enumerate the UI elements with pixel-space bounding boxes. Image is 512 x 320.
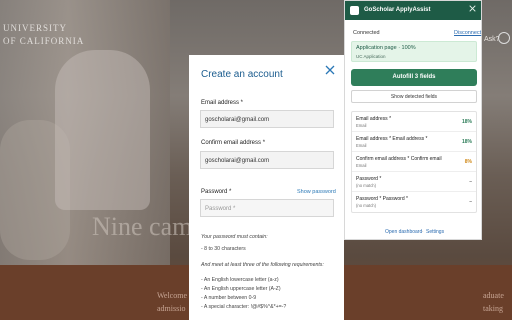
field-type: Email	[356, 163, 367, 168]
password-rule: - An English uppercase letter (A-Z)	[201, 286, 281, 292]
extension-title: GoScholar ApplyAssist	[364, 7, 431, 13]
university-logo[interactable]: UNIVERSITY OF CALIFORNIA	[3, 22, 84, 48]
show-password-link[interactable]: Show password	[297, 189, 336, 195]
confirm-email-label: Confirm email address *	[201, 140, 266, 146]
field-name: Email address *	[356, 116, 392, 122]
field-row[interactable]: Confirm email address * Confirm email Em…	[352, 152, 476, 172]
password-label: Password *	[201, 189, 232, 195]
modal-title: Create an account	[201, 69, 283, 80]
password-rule: - A number between 0-9	[201, 295, 257, 301]
bottom-text: taking	[483, 304, 503, 313]
create-account-modal: Create an account Email address * goscho…	[189, 55, 344, 320]
field-row[interactable]: Email address * Email address * Email 18…	[352, 132, 476, 152]
field-row[interactable]: Email address * Email 18%	[352, 112, 476, 132]
password-field[interactable]: Password *	[200, 199, 334, 217]
banner-title: Application page · 100%	[356, 45, 416, 51]
field-name: Confirm email address * Confirm email	[356, 156, 442, 162]
logo-line: UNIVERSITY	[3, 23, 67, 33]
field-row[interactable]: Password * (no match) –	[352, 172, 476, 192]
open-dashboard-link[interactable]: Open dashboard	[385, 229, 422, 235]
page-detection-banner: Application page · 100% UC Application	[351, 41, 477, 62]
connection-status: Connected	[353, 30, 380, 36]
bottom-text: aduate	[483, 291, 504, 300]
confirm-email-field[interactable]: goscholarai@gmail.com	[200, 151, 334, 169]
bottom-text: Welcome	[157, 291, 188, 300]
disconnect-link[interactable]: Disconnect	[454, 30, 481, 36]
field-type: (no match)	[356, 203, 377, 208]
password-rules-more: And meet at least three of the following…	[201, 262, 324, 268]
footer-separator: ·	[422, 229, 424, 235]
extension-panel: GoScholar ApplyAssist Connected Disconne…	[344, 0, 482, 240]
close-icon[interactable]	[469, 5, 476, 14]
password-rule: - 8 to 30 characters	[201, 246, 246, 252]
field-type: Email	[356, 123, 367, 128]
password-rule: - An English lowercase letter (a-z)	[201, 277, 279, 283]
field-row[interactable]: Password * Password * (no match) –	[352, 192, 476, 212]
hero-heading: Nine cam	[92, 212, 193, 241]
logo-line: OF CALIFORNIA	[3, 36, 85, 46]
field-confidence: –	[469, 199, 472, 205]
bottom-text: admissio	[157, 304, 186, 313]
field-confidence: 8%	[464, 159, 472, 165]
autofill-button[interactable]: Autofill 3 fields	[351, 69, 477, 86]
password-rule: - A special character: !@#$%^&*+=-?	[201, 304, 287, 310]
settings-link[interactable]: Settings	[426, 229, 444, 235]
field-type: (no match)	[356, 183, 377, 188]
show-detected-fields-button[interactable]: Show detected fields	[351, 90, 477, 103]
extension-header: GoScholar ApplyAssist	[345, 1, 481, 20]
extension-logo-icon	[350, 6, 359, 15]
field-confidence: –	[469, 179, 472, 185]
field-name: Password *	[356, 176, 382, 182]
hero-photo-figure	[55, 50, 150, 210]
close-icon[interactable]	[325, 65, 337, 77]
email-field[interactable]: goscholarai@gmail.com	[200, 110, 334, 128]
email-label: Email address *	[201, 100, 244, 106]
field-name: Password * Password *	[356, 196, 408, 202]
account-icon[interactable]	[498, 32, 510, 44]
password-rules-intro: Your password must contain:	[201, 234, 268, 240]
field-confidence: 18%	[461, 139, 472, 145]
detected-fields-list: Email address * Email 18% Email address …	[351, 111, 477, 213]
field-name: Email address * Email address *	[356, 136, 428, 142]
field-type: Email	[356, 143, 367, 148]
banner-subtitle: UC Application	[356, 54, 386, 59]
field-confidence: 18%	[461, 119, 472, 125]
